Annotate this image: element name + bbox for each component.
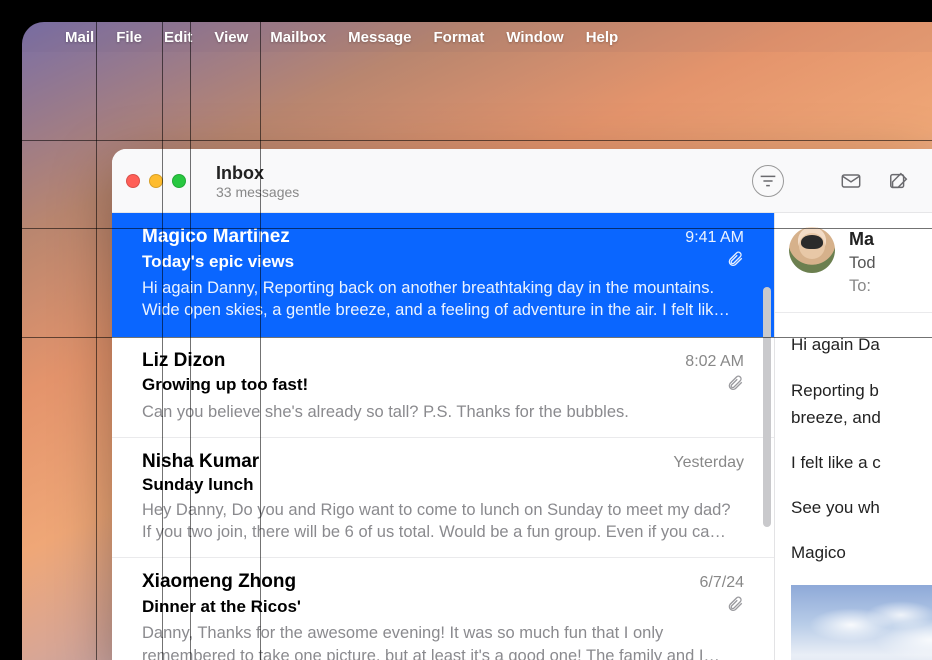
attachment-image[interactable]	[791, 585, 932, 660]
message-time: 8:02 AM	[685, 353, 744, 371]
message-row[interactable]: Liz Dizon 8:02 AM Growing up too fast! C…	[112, 337, 774, 438]
menu-file[interactable]: File	[105, 29, 153, 46]
message-preview: Hey Danny, Do you and Rigo want to come …	[142, 499, 744, 544]
paperclip-icon	[726, 374, 744, 397]
reading-to-label: To:	[849, 275, 876, 298]
menu-format[interactable]: Format	[423, 29, 496, 46]
close-window-button[interactable]	[126, 174, 140, 188]
body-line: Magico	[791, 539, 932, 566]
menu-edit[interactable]: Edit	[153, 29, 203, 46]
reading-pane: Ma Tod To: Hi again Da Reporting bbreeze…	[775, 213, 932, 660]
menu-mailbox[interactable]: Mailbox	[259, 29, 337, 46]
compose-icon	[888, 170, 910, 192]
message-row[interactable]: Xiaomeng Zhong 6/7/24 Dinner at the Rico…	[112, 558, 774, 660]
message-time: 6/7/24	[700, 574, 744, 592]
sender-avatar	[789, 227, 835, 273]
message-sender: Xiaomeng Zhong	[142, 571, 700, 593]
message-preview: Danny, Thanks for the awesome evening! I…	[142, 622, 744, 660]
menu-view[interactable]: View	[203, 29, 259, 46]
message-row[interactable]: Magico Martinez 9:41 AM Today's epic vie…	[112, 213, 774, 337]
body-line: See you wh	[791, 494, 932, 521]
message-preview: Hi again Danny, Reporting back on anothe…	[142, 277, 744, 322]
message-sender: Nisha Kumar	[142, 451, 673, 473]
message-sender: Liz Dizon	[142, 350, 685, 372]
body-line: Reporting bbreeze, and	[791, 377, 932, 431]
reading-body: Hi again Da Reporting bbreeze, and I fel…	[775, 313, 932, 660]
message-time: 9:41 AM	[685, 229, 744, 247]
menu-window[interactable]: Window	[495, 29, 574, 46]
reading-subject: Tod	[849, 252, 876, 275]
paperclip-icon	[726, 595, 744, 618]
minimize-window-button[interactable]	[149, 174, 163, 188]
body-line: Hi again Da	[791, 331, 932, 358]
message-sender: Magico Martinez	[142, 226, 685, 248]
message-list: Magico Martinez 9:41 AM Today's epic vie…	[112, 213, 775, 660]
envelope-icon	[840, 170, 862, 192]
message-subject: Sunday lunch	[142, 475, 744, 495]
window-controls	[126, 174, 186, 188]
filter-lines-icon	[757, 170, 779, 192]
message-subject: Today's epic views	[142, 252, 726, 272]
message-subject: Dinner at the Ricos'	[142, 597, 726, 617]
body-line: I felt like a c	[791, 449, 932, 476]
reading-from: Ma	[849, 227, 876, 252]
message-subject: Growing up too fast!	[142, 375, 726, 395]
get-mail-button[interactable]	[832, 162, 870, 200]
paperclip-icon	[726, 250, 744, 273]
menu-help[interactable]: Help	[575, 29, 630, 46]
message-time: Yesterday	[673, 454, 744, 472]
mailbox-title: Inbox	[216, 163, 742, 184]
compose-button[interactable]	[880, 162, 918, 200]
mailbox-message-count: 33 messages	[216, 184, 742, 200]
mail-window: Inbox 33 messages Magi	[112, 149, 932, 660]
message-row[interactable]: Nisha Kumar Yesterday Sunday lunch Hey D…	[112, 438, 774, 559]
menu-app[interactable]: Mail	[54, 29, 105, 46]
message-preview: Can you believe she's already so tall? P…	[142, 401, 744, 423]
menubar: Mail File Edit View Mailbox Message Form…	[22, 22, 932, 52]
filter-button[interactable]	[752, 165, 784, 197]
scrollbar-thumb[interactable]	[763, 287, 771, 527]
fullscreen-window-button[interactable]	[172, 174, 186, 188]
menu-message[interactable]: Message	[337, 29, 422, 46]
titlebar: Inbox 33 messages	[112, 149, 932, 213]
